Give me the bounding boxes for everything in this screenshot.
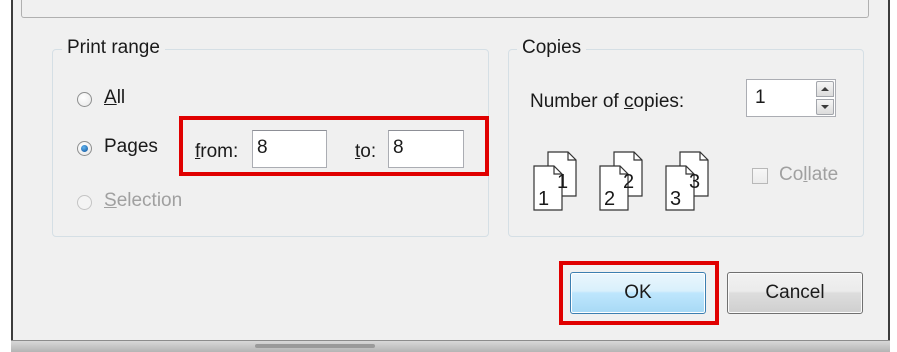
chevron-down-icon: [821, 105, 829, 109]
collate-page-number-front: 3: [670, 188, 681, 210]
label-number-of-copies: Number of copies:: [530, 91, 685, 112]
label-from: from:: [195, 141, 239, 162]
copies-title: Copies: [517, 37, 587, 59]
radio-selection[interactable]: [77, 195, 92, 210]
collate-page-number-back: 3: [689, 171, 700, 193]
resize-grip: [255, 344, 375, 348]
from-page-input[interactable]: 8: [252, 130, 327, 168]
collate-pages-icon: 11 22 33: [533, 151, 709, 211]
label-pages: Pages: [104, 136, 158, 157]
radio-all[interactable]: [77, 92, 92, 107]
window-bottom-border: [11, 340, 890, 352]
collate-page-number-front: 1: [538, 188, 549, 210]
ok-button[interactable]: OK: [570, 272, 706, 314]
radio-pages[interactable]: [77, 141, 92, 156]
copies-spinner-value: 1: [755, 87, 766, 108]
spin-down-button[interactable]: [816, 99, 834, 115]
collate-checkbox[interactable]: [752, 168, 768, 184]
collate-page-number-back: 1: [557, 171, 568, 193]
copies-spinner[interactable]: 1: [746, 79, 836, 117]
cancel-button[interactable]: Cancel: [727, 272, 863, 314]
label-selection: Selection: [104, 190, 183, 211]
label-collate: Collate: [779, 164, 839, 185]
radio-selected-dot: [81, 145, 88, 152]
collate-page-set: 11: [533, 151, 577, 211]
spin-up-button[interactable]: [816, 81, 834, 97]
collate-page-number-back: 2: [623, 171, 634, 193]
copies-spinner-buttons: [816, 81, 834, 115]
chevron-up-icon: [821, 87, 829, 91]
collate-page-set: 33: [665, 151, 709, 211]
collate-page-number-front: 2: [604, 188, 615, 210]
to-page-input[interactable]: 8: [388, 130, 464, 168]
upper-panel-edge: [21, 0, 869, 18]
print-range-title: Print range: [62, 37, 165, 59]
collate-page-set: 22: [599, 151, 643, 211]
label-all: All: [104, 87, 126, 108]
label-to: to:: [355, 141, 377, 162]
